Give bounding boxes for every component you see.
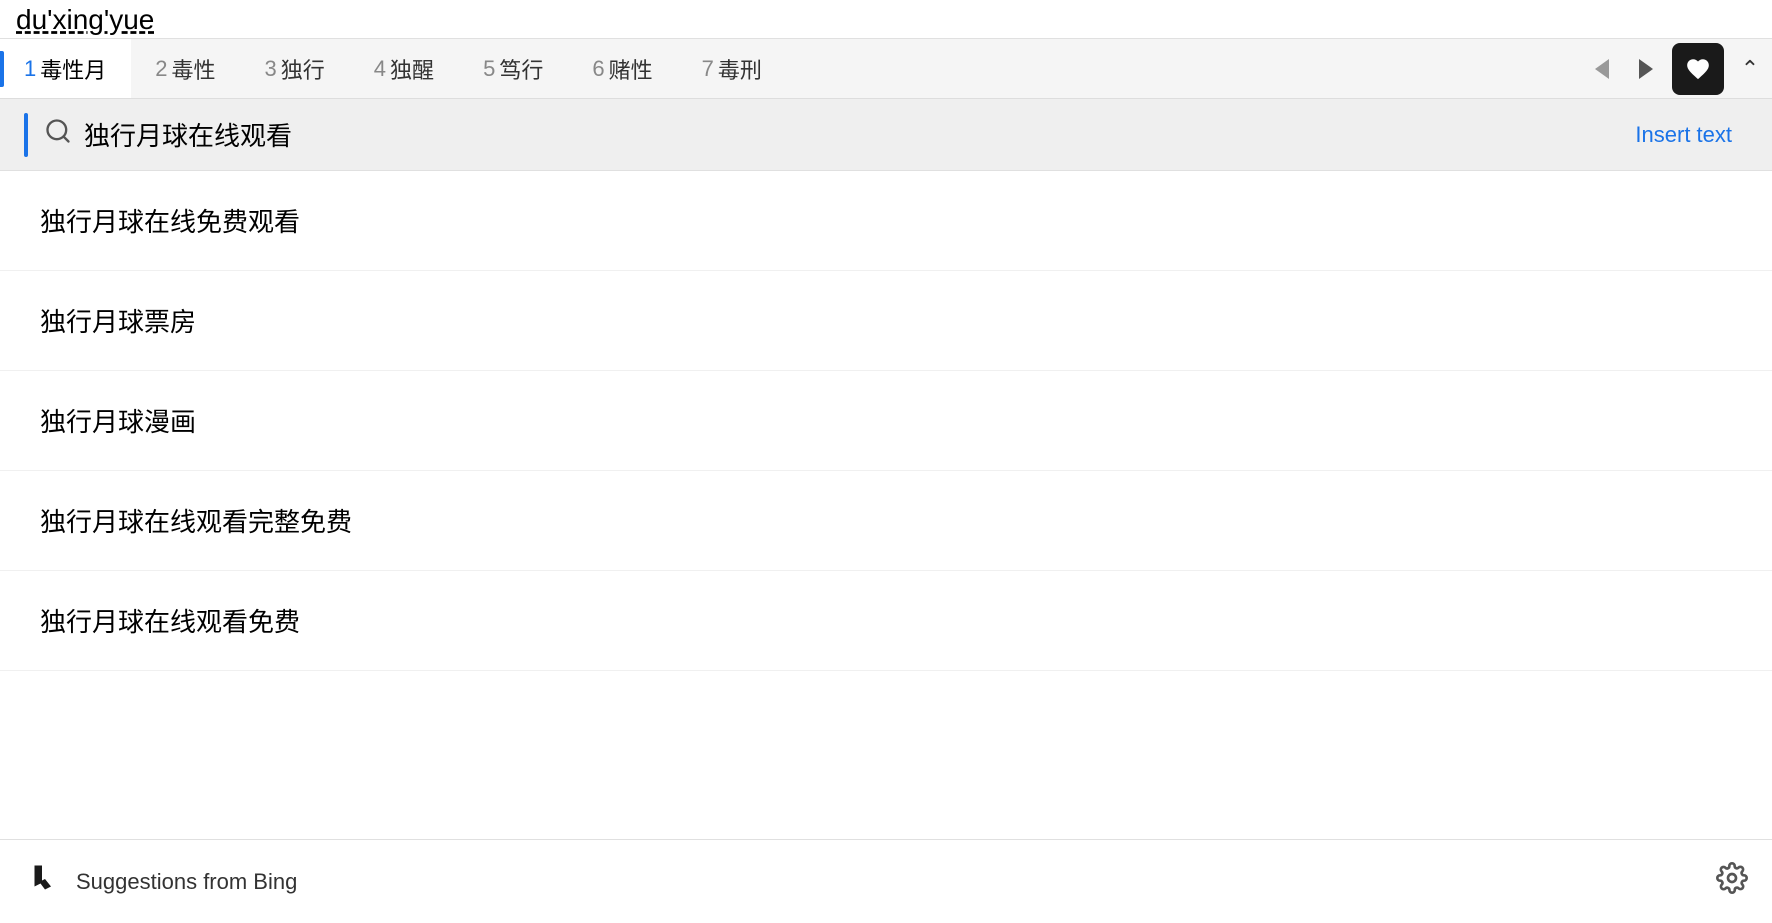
tab-item-5[interactable]: 6 赌性 (568, 39, 677, 98)
suggestion-item-1[interactable]: 独行月球票房 (0, 271, 1772, 371)
tab-label-5: 赌性 (609, 53, 653, 85)
tab-number-5: 6 (592, 56, 604, 82)
tabs-row: 1 毒性月2 毒性3 独行4 独醒5 笃行6 赌性7 毒刑 ⌃ (0, 39, 1772, 99)
tab-next-button[interactable] (1624, 47, 1668, 91)
tabs-container: 1 毒性月2 毒性3 独行4 独醒5 笃行6 赌性7 毒刑 (0, 39, 787, 98)
bing-logo-icon (24, 864, 60, 900)
tab-label-0: 毒性月 (40, 53, 106, 85)
suggestion-item-0[interactable]: 独行月球在线免费观看 (0, 171, 1772, 271)
search-icon (44, 117, 72, 152)
suggestion-item-2[interactable]: 独行月球漫画 (0, 371, 1772, 471)
tab-number-2: 3 (265, 56, 277, 82)
tab-number-0: 1 (24, 56, 36, 82)
bing-info: Suggestions from Bing (24, 864, 297, 900)
tab-item-1[interactable]: 2 毒性 (131, 39, 240, 98)
heart-icon (1685, 56, 1711, 82)
tab-number-4: 5 (483, 56, 495, 82)
collapse-button[interactable]: ⌃ (1728, 47, 1772, 91)
tab-label-6: 毒刑 (718, 53, 762, 85)
chevron-right-icon (1639, 59, 1653, 79)
tab-label-4: 笃行 (499, 53, 543, 85)
search-bar-indicator (24, 113, 28, 157)
tab-prev-button[interactable] (1580, 47, 1624, 91)
suggestion-item-4[interactable]: 独行月球在线观看免费 (0, 571, 1772, 671)
insert-text-button[interactable]: Insert text (1619, 114, 1748, 156)
tab-label-3: 独醒 (390, 53, 434, 85)
bing-suggestions-label: Suggestions from Bing (76, 869, 297, 895)
footer: Suggestions from Bing (0, 839, 1772, 923)
favorites-button[interactable] (1672, 43, 1724, 95)
tab-number-1: 2 (155, 56, 167, 82)
tab-label-1: 毒性 (172, 53, 216, 85)
tab-item-6[interactable]: 7 毒刑 (678, 39, 787, 98)
search-bar: 独行月球在线观看 Insert text (0, 99, 1772, 171)
input-area (0, 0, 1772, 39)
search-query-text: 独行月球在线观看 (84, 116, 1619, 153)
tab-item-0[interactable]: 1 毒性月 (0, 39, 131, 98)
tab-number-3: 4 (374, 56, 386, 82)
settings-button[interactable] (1716, 862, 1748, 901)
search-svg-icon (44, 117, 72, 145)
suggestion-item-3[interactable]: 独行月球在线观看完整免费 (0, 471, 1772, 571)
chevron-up-icon: ⌃ (1741, 56, 1759, 82)
tab-number-6: 7 (702, 56, 714, 82)
tab-item-2[interactable]: 3 独行 (241, 39, 350, 98)
tab-label-2: 独行 (281, 53, 325, 85)
chevron-left-icon (1595, 59, 1609, 79)
text-input[interactable] (16, 4, 1756, 36)
tab-item-3[interactable]: 4 独醒 (350, 39, 459, 98)
suggestions-list: 独行月球在线免费观看独行月球票房独行月球漫画独行月球在线观看完整免费独行月球在线… (0, 171, 1772, 671)
tab-item-4[interactable]: 5 笃行 (459, 39, 568, 98)
settings-icon-svg (1716, 862, 1748, 894)
